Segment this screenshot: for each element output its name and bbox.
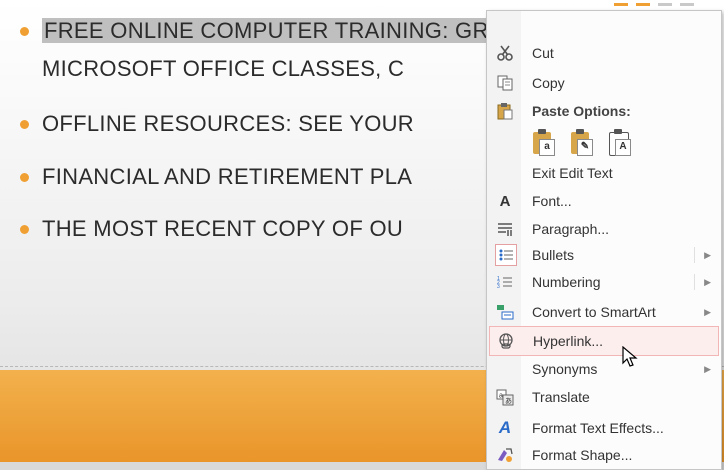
menu-item-numbering[interactable]: 123 Numbering ▶ [487,268,721,296]
menu-item-cut[interactable]: Cut [487,39,721,67]
bullet-item[interactable]: THE MOST RECENT COPY OF OU [20,216,403,248]
menu-item-label: Paragraph... [532,221,610,237]
submenu-arrow-icon: ▶ [704,363,711,374]
menu-item-copy[interactable]: Copy [487,69,721,97]
font-icon: A [499,192,511,210]
menu-split-separator [694,274,695,290]
slide-top-decoration [604,0,694,8]
menu-heading-paste-options: Paste Options: [487,97,721,125]
menu-item-label: Format Text Effects... [532,420,664,436]
menu-item-paragraph[interactable]: Paragraph... [487,215,721,243]
submenu-arrow-icon[interactable]: ▶ [704,250,711,261]
menu-item-format-shape[interactable]: Format Shape... [487,441,721,469]
menu-item-label: Format Shape... [532,447,633,463]
menu-item-format-text-effects[interactable]: A Format Text Effects... [487,414,721,442]
format-shape-icon [495,445,515,465]
text-effects-icon: A [498,418,512,437]
menu-item-label: Exit Edit Text [532,165,613,181]
bullet-item[interactable]: OFFLINE RESOURCES: SEE YOUR [20,111,414,143]
paste-merge-formatting-button[interactable]: ✎ [569,129,593,156]
menu-item-label: Cut [532,45,554,61]
hyperlink-icon [496,331,516,351]
menu-heading-label: Paste Options: [532,103,631,119]
menu-item-label: Hyperlink... [533,333,604,349]
menu-item-font[interactable]: A Font... [487,187,721,215]
menu-item-label: Copy [532,75,565,91]
bullet-dot-icon [20,120,29,129]
bullets-icon [495,244,517,266]
paste-keep-source-glyph: a [539,139,555,156]
smartart-icon [495,302,515,322]
menu-item-label: Convert to SmartArt [532,304,656,320]
bullet-text-continuation[interactable]: MICROSOFT OFFICE CLASSES, C [42,56,404,81]
numbering-icon: 123 [495,272,515,292]
translate-icon: aあ [495,387,515,407]
menu-item-bullets[interactable]: Bullets ▶ [487,241,721,269]
svg-text:あ: あ [505,397,512,405]
bullet-text[interactable]: OFFLINE RESOURCES: SEE YOUR [42,111,414,136]
bullet-dot-icon [20,27,29,36]
paste-merge-glyph: ✎ [577,139,593,156]
bullet-dot-icon [20,225,29,234]
paste-options-row: a ✎ A [531,129,631,156]
paste-text-only-button[interactable]: A [607,129,631,156]
menu-item-label: Bullets [532,247,575,263]
svg-text:a: a [499,393,503,400]
menu-item-exit-edit-text[interactable]: Exit Edit Text [487,159,721,187]
bullet-text[interactable]: FINANCIAL AND RETIREMENT PLA [42,164,412,189]
menu-item-hyperlink[interactable]: Hyperlink... [489,326,719,356]
menu-item-synonyms[interactable]: Synonyms ▶ [487,355,721,383]
paragraph-icon [495,219,515,239]
paste-icon [495,101,515,121]
bullet-dot-icon [20,173,29,182]
menu-item-convert-to-smartart[interactable]: Convert to SmartArt ▶ [487,298,721,326]
menu-item-label: Synonyms [532,361,598,377]
copy-icon [495,73,515,93]
bullet-text[interactable]: THE MOST RECENT COPY OF OU [42,216,403,241]
menu-item-translate[interactable]: aあ Translate [487,383,721,411]
paste-keep-source-button[interactable]: a [531,129,555,156]
bullet-item[interactable]: FINANCIAL AND RETIREMENT PLA [20,164,412,196]
menu-item-label: Font... [532,193,572,209]
submenu-arrow-icon[interactable]: ▶ [704,277,711,288]
svg-text:3: 3 [497,284,500,290]
menu-split-separator [694,247,695,263]
submenu-arrow-icon: ▶ [704,306,711,317]
menu-item-label: Translate [532,389,590,405]
scissors-icon [495,43,515,63]
paste-text-only-glyph: A [615,139,631,156]
context-menu: Cut Copy Paste Options: a ✎ A Exit Edit … [486,10,722,470]
menu-item-label: Numbering [532,274,601,290]
